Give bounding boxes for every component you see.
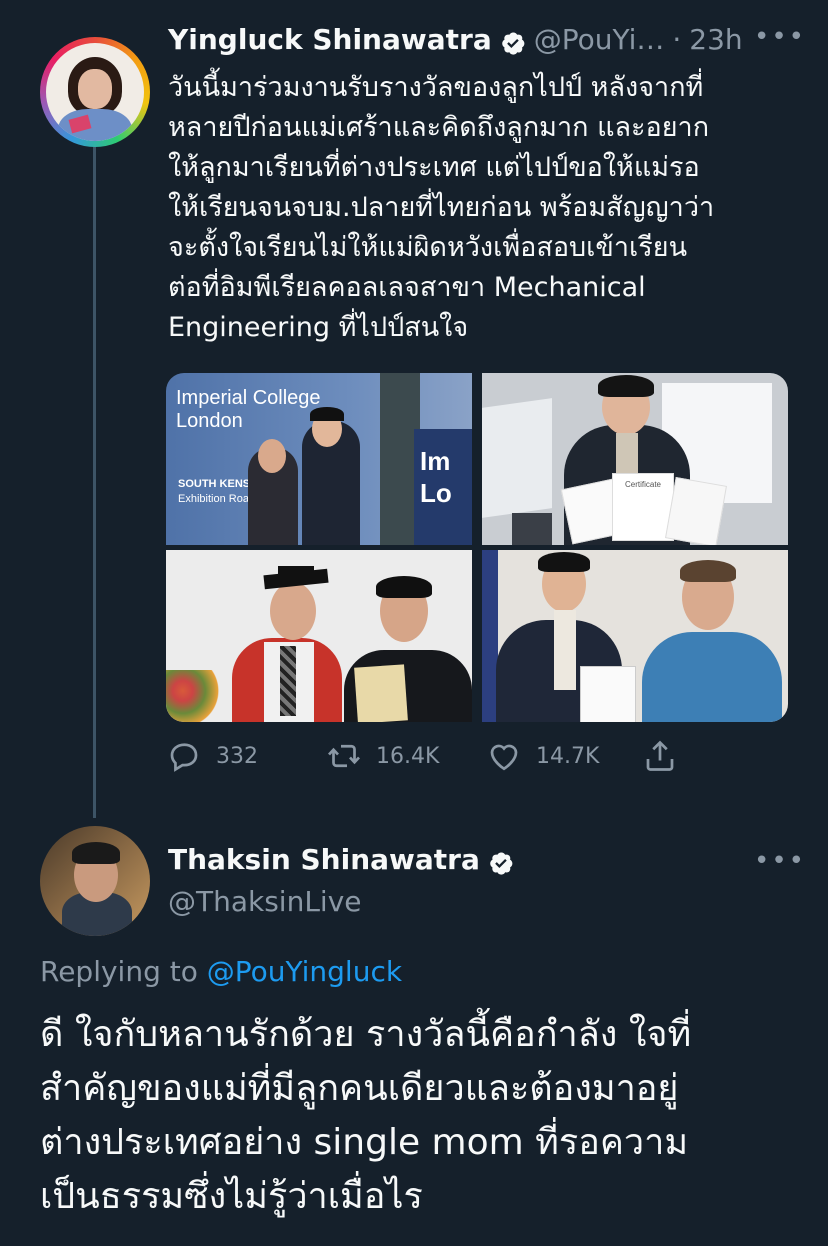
verified-badge-icon bbox=[500, 27, 526, 55]
tweet1-media-grid: Imperial College London SOUTH KENSINGTO … bbox=[166, 373, 788, 722]
tweet2-author-name[interactable]: Thaksin Shinawatra bbox=[168, 840, 480, 880]
retweet-icon bbox=[328, 744, 360, 768]
reply-action[interactable]: 332 bbox=[166, 738, 258, 774]
tweet1-timestamp[interactable]: 23h bbox=[689, 20, 742, 60]
retweet-action[interactable]: 16.4K bbox=[326, 738, 439, 774]
photo1-sign-right-line1: Im bbox=[420, 446, 451, 476]
tweet1-text: วันนี้มาร่วมงานรับรางวัลของลูกไปป์ หลังจ… bbox=[168, 72, 715, 343]
tweet2-text: ดี ใจกับหลานรักด้วย รางวัลนี้คือกำลัง ใจ… bbox=[40, 1014, 692, 1217]
tweet1-header: Yingluck Shinawatra @PouYi… · 23h bbox=[168, 20, 743, 60]
replying-to-mention[interactable]: @PouYingluck bbox=[207, 955, 402, 988]
tweet1-handle[interactable]: @PouYi… bbox=[534, 20, 665, 60]
retweet-count: 16.4K bbox=[376, 743, 440, 769]
separator-dot: · bbox=[672, 23, 682, 56]
like-count: 14.7K bbox=[536, 743, 600, 769]
photo-imperial-college-sign[interactable]: Imperial College London SOUTH KENSINGTO … bbox=[166, 373, 472, 545]
certificate-label: Certificate bbox=[624, 480, 661, 489]
heart-icon bbox=[490, 744, 518, 771]
tweet1-action-bar: 332 16.4K 14.7K bbox=[166, 738, 726, 782]
share-action[interactable] bbox=[642, 738, 692, 774]
reply-count: 332 bbox=[216, 743, 258, 769]
thaksin-avatar[interactable] bbox=[40, 826, 150, 936]
tweet1-more-options-icon[interactable]: ••• bbox=[754, 22, 806, 52]
yingluck-avatar[interactable] bbox=[40, 37, 150, 147]
replying-prefix: Replying to bbox=[40, 955, 198, 988]
tweet2-author: Thaksin Shinawatra bbox=[168, 840, 522, 880]
like-action[interactable]: 14.7K bbox=[486, 738, 599, 774]
photo1-sign-right-line2: Lo bbox=[420, 478, 452, 508]
thread-connector-line bbox=[93, 146, 96, 818]
share-icon bbox=[646, 740, 674, 771]
photo1-sign-line1: Imperial College bbox=[176, 387, 321, 409]
photo1-sign-line2: London bbox=[176, 410, 243, 432]
photo-professor-gown[interactable] bbox=[166, 550, 472, 722]
tweet1-author-name[interactable]: Yingluck Shinawatra bbox=[168, 20, 492, 60]
photo-certificate-with-teacher[interactable] bbox=[482, 550, 788, 722]
verified-badge-icon bbox=[488, 847, 514, 875]
tweet2-more-options-icon[interactable]: ••• bbox=[754, 846, 806, 876]
replying-to-line: Replying to @PouYingluck bbox=[40, 952, 402, 992]
tweet2-handle[interactable]: @ThaksinLive bbox=[168, 882, 362, 922]
photo-certificate-holding[interactable]: Certificate bbox=[482, 373, 788, 545]
reply-icon bbox=[170, 743, 198, 772]
certificate-paper: Certificate bbox=[612, 473, 674, 541]
